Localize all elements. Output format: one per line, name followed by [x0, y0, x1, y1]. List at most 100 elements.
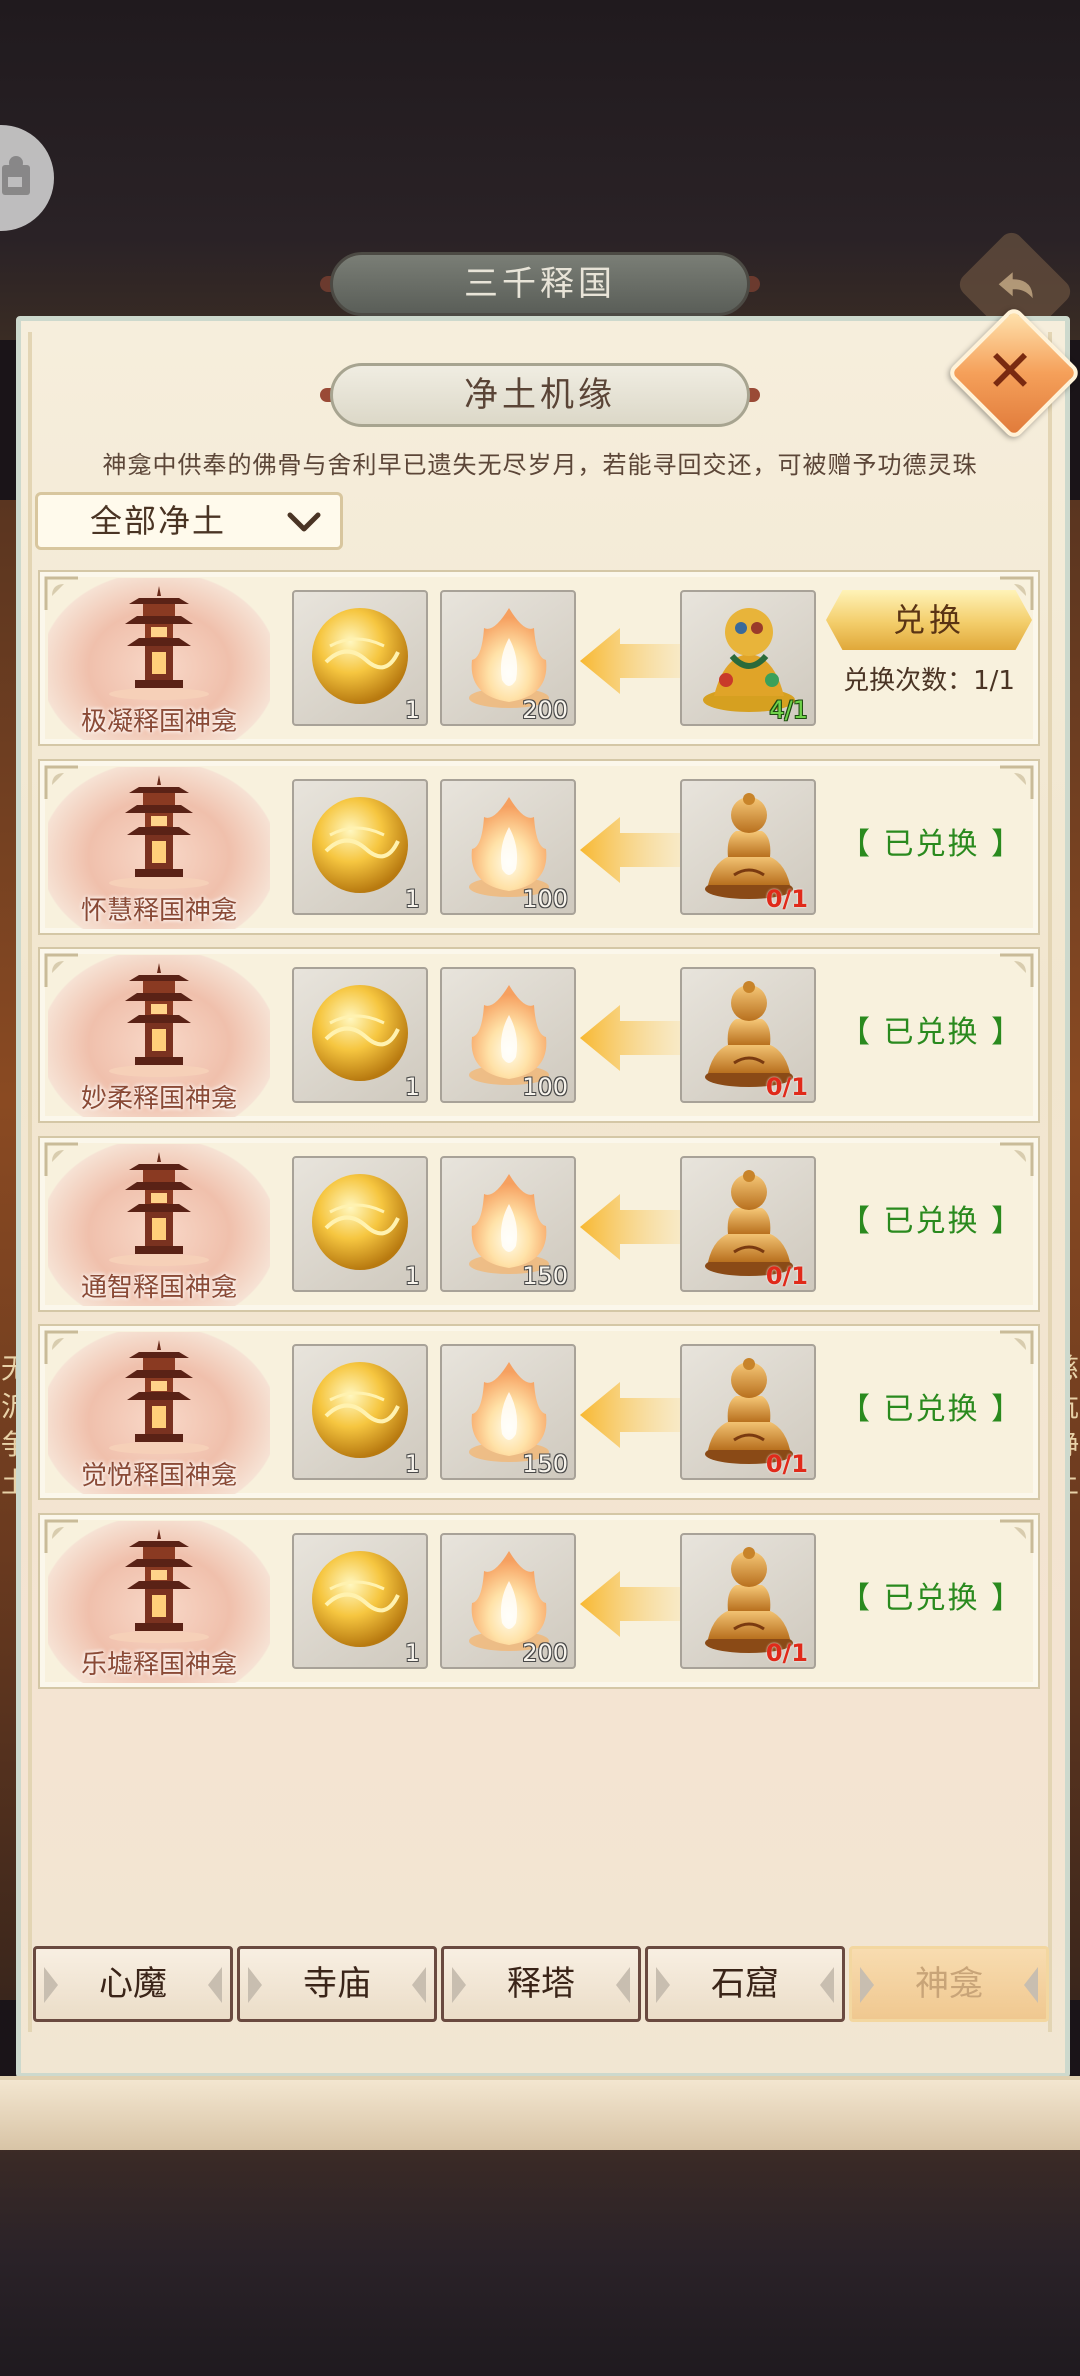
reward-count: 0/1	[765, 885, 808, 913]
shrine-name: 怀慧释国神龛	[80, 896, 237, 926]
cost-item-flame[interactable]: 200	[440, 1533, 576, 1669]
cost-item-orb[interactable]: 1	[292, 1156, 428, 1292]
exchanged-status: 【 已兑换 】	[840, 1392, 1024, 1427]
arrow-left-icon	[580, 1005, 690, 1071]
shrine-pagoda-icon	[109, 1152, 209, 1266]
arrow-left-icon	[580, 1194, 690, 1260]
reward-item[interactable]: 4/1	[680, 590, 816, 726]
cost-item-orb[interactable]: 1	[292, 967, 428, 1103]
arrow-left-icon	[580, 628, 690, 694]
exchange-row: 觉悦释国神龛 1 150 0/1 【 已兑换 】	[38, 1324, 1040, 1500]
exchanged-status: 【 已兑换 】	[840, 1204, 1024, 1239]
flame-count: 200	[522, 1639, 568, 1667]
cost-item-flame[interactable]: 150	[440, 1344, 576, 1480]
tab-label: 寺庙	[303, 1964, 371, 2004]
corner-ornament-icon	[1000, 1142, 1034, 1176]
reward-item[interactable]: 0/1	[680, 779, 816, 915]
corner-ornament-icon	[1000, 1330, 1034, 1364]
shrine-name: 妙柔释国神龛	[80, 1084, 237, 1114]
exchanged-status: 【 已兑换 】	[840, 1015, 1024, 1050]
arrow-left-icon	[580, 1382, 690, 1448]
cost-item-flame[interactable]: 100	[440, 967, 576, 1103]
cost-item-orb[interactable]: 1	[292, 1533, 428, 1669]
shrine-pagoda-icon	[109, 1529, 209, 1643]
panel-bottom-edge	[0, 2076, 1080, 2150]
shrine-pagoda-icon	[109, 963, 209, 1077]
flame-count: 100	[522, 1073, 568, 1101]
tab-label: 释塔	[507, 1964, 575, 2004]
tab-shrine[interactable]: 神龛	[849, 1946, 1049, 2022]
shrine-card[interactable]: 怀慧释国神龛	[48, 767, 270, 929]
orb-count: 1	[404, 885, 420, 913]
reward-count: 0/1	[765, 1639, 808, 1667]
reward-count: 0/1	[765, 1073, 808, 1101]
panel-description: 神龛中供奉的佛骨与舍利早已遗失无尽岁月，若能寻回交还，可被赠予功德灵珠	[102, 451, 978, 479]
arrow-left-icon	[580, 1571, 690, 1637]
back-arrow-icon	[998, 272, 1033, 299]
filter-selected-label: 全部净土	[89, 502, 226, 540]
outer-title: 三千释国	[330, 252, 750, 316]
exchanged-status: 【 已兑换 】	[840, 1581, 1024, 1616]
close-icon[interactable]: ✕	[975, 336, 1045, 406]
tab-temple[interactable]: 寺庙	[237, 1946, 437, 2022]
reward-count: 4/1	[769, 696, 808, 724]
shrine-name: 通智释国神龛	[80, 1273, 237, 1303]
cost-item-orb[interactable]: 1	[292, 779, 428, 915]
shrine-card[interactable]: 通智释国神龛	[48, 1144, 270, 1306]
tab-pagoda[interactable]: 释塔	[441, 1946, 641, 2022]
cost-item-orb[interactable]: 1	[292, 590, 428, 726]
exchange-row: 乐墟释国神龛 1 200 0/1 【 已兑换 】	[38, 1513, 1040, 1689]
orb-count: 1	[404, 1073, 420, 1101]
gold-orb-icon	[312, 797, 408, 893]
gold-orb-icon	[312, 1362, 408, 1458]
orb-count: 1	[404, 1262, 420, 1290]
shrine-pagoda-icon	[109, 1340, 209, 1454]
exchange-button[interactable]: 兑换	[826, 590, 1032, 650]
chevron-down-icon	[287, 512, 321, 532]
tab-label: 石窟	[711, 1964, 779, 2004]
flame-count: 200	[522, 696, 568, 724]
cost-item-orb[interactable]: 1	[292, 1344, 428, 1480]
reward-item[interactable]: 0/1	[680, 1533, 816, 1669]
gold-orb-icon	[312, 608, 408, 704]
exchanged-status: 【 已兑换 】	[840, 827, 1024, 862]
shrine-name: 极凝释国神龛	[80, 707, 237, 737]
exchange-row: 怀慧释国神龛 1 100 0/1 【 已兑换 】	[38, 759, 1040, 935]
shrine-pagoda-icon	[109, 586, 209, 700]
arrow-left-icon	[580, 817, 690, 883]
cost-item-flame[interactable]: 100	[440, 779, 576, 915]
shrine-card[interactable]: 极凝释国神龛	[48, 578, 270, 740]
tab-label: 心魔	[99, 1964, 167, 2004]
shrine-card[interactable]: 妙柔释国神龛	[48, 955, 270, 1117]
tab-label: 神龛	[915, 1964, 983, 2004]
land-filter-dropdown[interactable]: 全部净土	[35, 492, 343, 550]
gold-orb-icon	[312, 1174, 408, 1270]
tab-grotto[interactable]: 石窟	[645, 1946, 845, 2022]
shrine-name: 觉悦释国神龛	[80, 1461, 237, 1491]
tab-xinmo[interactable]: 心魔	[33, 1946, 233, 2022]
corner-ornament-icon	[1000, 1519, 1034, 1553]
orb-count: 1	[404, 696, 420, 724]
shrine-card[interactable]: 乐墟释国神龛	[48, 1521, 270, 1683]
cost-item-flame[interactable]: 150	[440, 1156, 576, 1292]
exchange-row: 极凝释国神龛 1 200 4/1 兑换 兑换次数：1/1	[38, 570, 1040, 746]
reward-count: 0/1	[765, 1262, 808, 1290]
cost-item-flame[interactable]: 200	[440, 590, 576, 726]
reward-item[interactable]: 0/1	[680, 1344, 816, 1480]
shrine-card[interactable]: 觉悦释国神龛	[48, 1332, 270, 1494]
orb-count: 1	[404, 1639, 420, 1667]
puzzle-icon	[2, 156, 30, 195]
shrine-pagoda-icon	[109, 775, 209, 889]
reward-item[interactable]: 0/1	[680, 1156, 816, 1292]
exchange-row: 通智释国神龛 1 150 0/1 【 已兑换 】	[38, 1136, 1040, 1312]
gold-orb-icon	[312, 1551, 408, 1647]
reward-item[interactable]: 0/1	[680, 967, 816, 1103]
flame-count: 150	[522, 1262, 568, 1290]
exchange-row: 妙柔释国神龛 1 100 0/1 【 已兑换 】	[38, 947, 1040, 1123]
corner-ornament-icon	[1000, 765, 1034, 799]
flame-count: 100	[522, 885, 568, 913]
reward-count: 0/1	[765, 1450, 808, 1478]
flame-count: 150	[522, 1450, 568, 1478]
corner-ornament-icon	[1000, 953, 1034, 987]
shrine-name: 乐墟释国神龛	[80, 1650, 237, 1680]
